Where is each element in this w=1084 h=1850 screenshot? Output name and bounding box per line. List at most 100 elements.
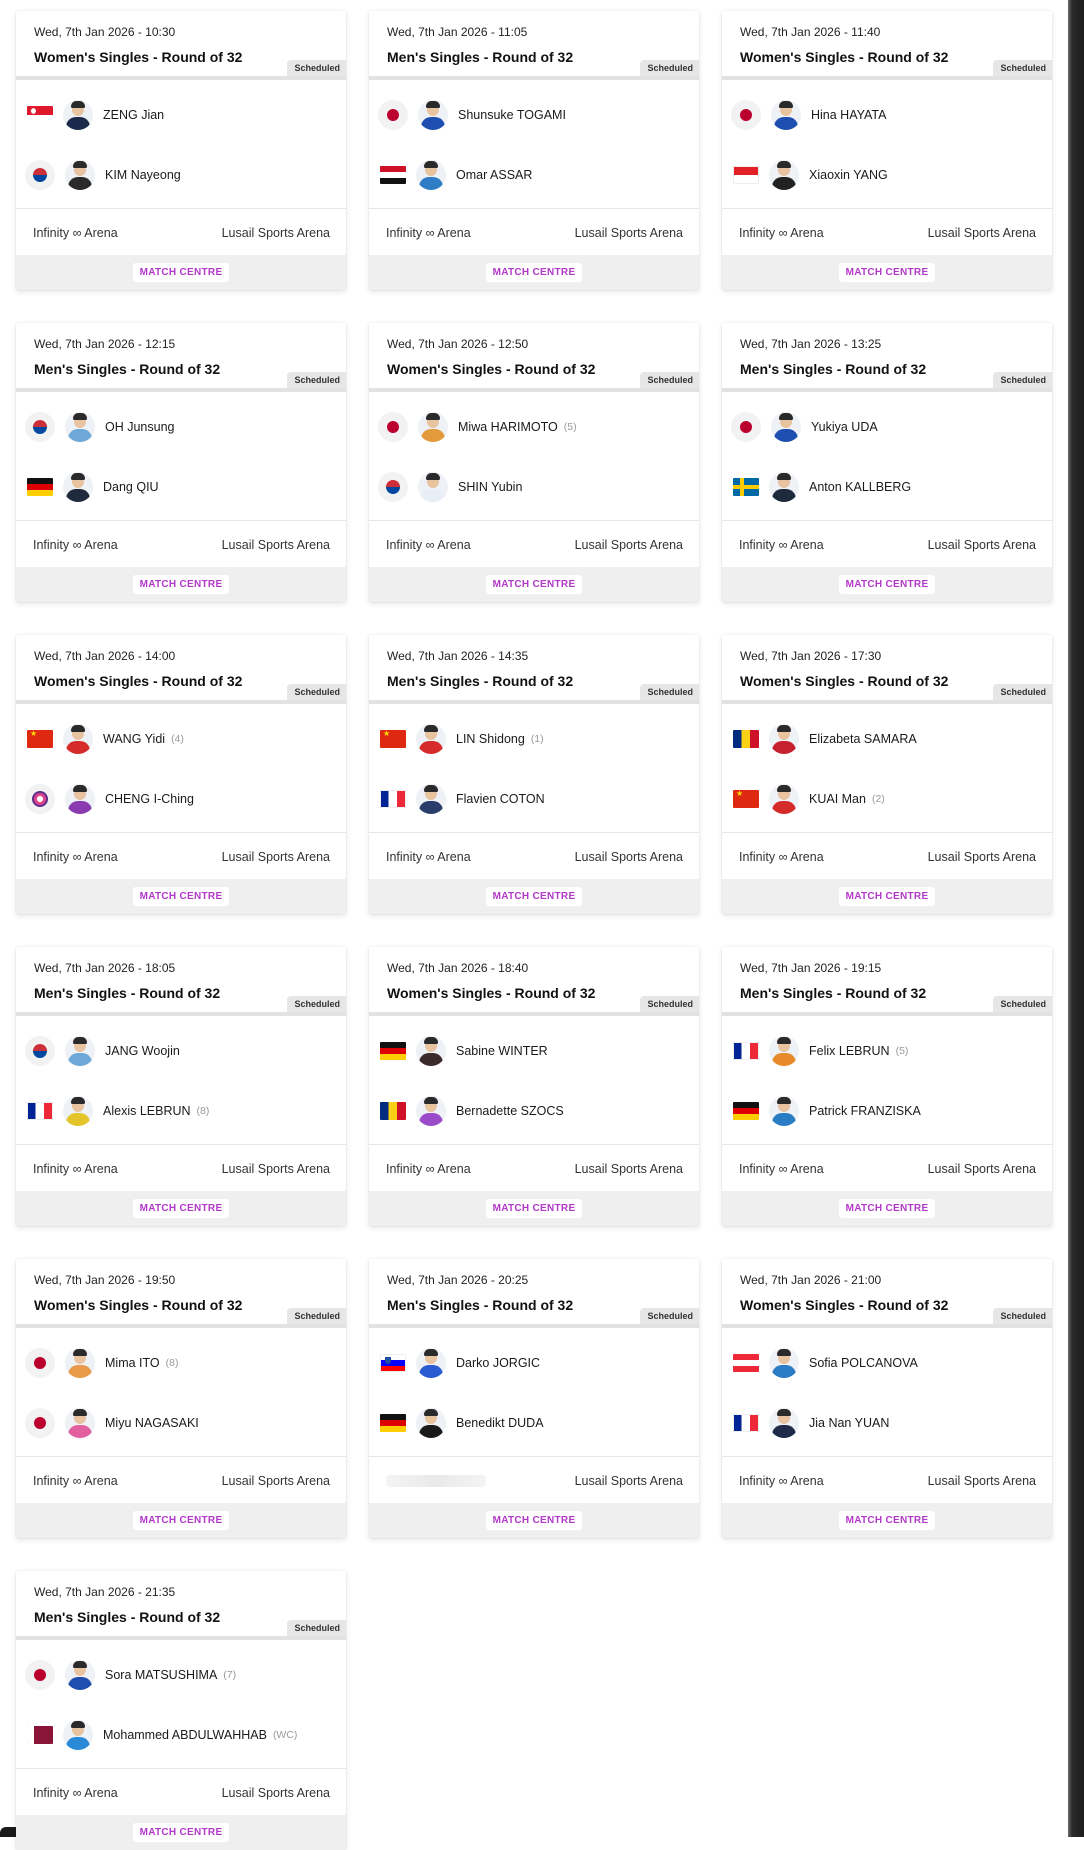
match-centre-button[interactable]: MATCH CENTRE xyxy=(838,263,936,282)
player-row[interactable]: Hina HAYATA xyxy=(722,95,1052,135)
match-card-footer: MATCH CENTRE xyxy=(369,879,699,914)
match-centre-button[interactable]: MATCH CENTRE xyxy=(838,1199,936,1218)
match-card: Wed, 7th Jan 2026 - 10:30 Women's Single… xyxy=(16,11,346,290)
player-row[interactable]: Bernadette SZOCS xyxy=(369,1091,699,1131)
player-avatar xyxy=(771,100,801,130)
venue-row: Infinity ∞ Arena Lusail Sports Arena xyxy=(16,1144,346,1192)
player-row[interactable]: KIM Nayeong xyxy=(16,155,346,195)
match-centre-button[interactable]: MATCH CENTRE xyxy=(838,887,936,906)
status-badge: Scheduled xyxy=(993,60,1052,76)
player-row[interactable]: Sofia POLCANOVA xyxy=(722,1343,1052,1383)
match-centre-button[interactable]: MATCH CENTRE xyxy=(485,575,583,594)
match-datetime: Wed, 7th Jan 2026 - 18:05 xyxy=(34,961,176,975)
player-row[interactable]: WANG Yidi (4) xyxy=(16,719,346,759)
player-row[interactable]: OH Junsung xyxy=(16,407,346,447)
france-flag-icon xyxy=(380,790,406,808)
player-row[interactable]: Omar ASSAR xyxy=(369,155,699,195)
venue-hall: Infinity ∞ Arena xyxy=(739,849,824,864)
venue-hall-loading xyxy=(386,1474,486,1487)
player-row[interactable]: SHIN Yubin xyxy=(369,467,699,507)
status-badge: Scheduled xyxy=(640,684,699,700)
status-badge: Scheduled xyxy=(640,372,699,388)
player-name: Jia Nan YUAN xyxy=(809,1416,890,1430)
player-row[interactable]: Yukiya UDA xyxy=(722,407,1052,447)
player-row[interactable]: KUAI Man (2) xyxy=(722,779,1052,819)
player-row[interactable]: LIN Shidong (1) xyxy=(369,719,699,759)
player-row[interactable]: Patrick FRANZISKA xyxy=(722,1091,1052,1131)
match-centre-button[interactable]: MATCH CENTRE xyxy=(132,1511,230,1530)
player-row[interactable]: JANG Woojin xyxy=(16,1031,346,1071)
player-row[interactable]: Sora MATSUSHIMA (7) xyxy=(16,1655,346,1695)
player-seed: (8) xyxy=(196,1105,210,1117)
match-centre-button[interactable]: MATCH CENTRE xyxy=(132,263,230,282)
match-event-title: Men's Singles - Round of 32 xyxy=(387,49,574,65)
match-centre-button[interactable]: MATCH CENTRE xyxy=(132,887,230,906)
player-avatar xyxy=(771,412,801,442)
player-row[interactable]: Sabine WINTER xyxy=(369,1031,699,1071)
singapore-flag-icon xyxy=(27,106,53,124)
match-datetime: Wed, 7th Jan 2026 - 20:25 xyxy=(387,1273,529,1287)
venue-row: Infinity ∞ Arena Lusail Sports Arena xyxy=(369,1144,699,1192)
player-seed: (WC) xyxy=(272,1729,298,1741)
player-avatar xyxy=(416,1036,446,1066)
venue-row: Infinity ∞ Arena Lusail Sports Arena xyxy=(16,1456,346,1504)
player-row[interactable]: Miyu NAGASAKI xyxy=(16,1403,346,1443)
player-row[interactable]: Dang QIU xyxy=(16,467,346,507)
player-avatar xyxy=(65,1036,95,1066)
status-badge: Scheduled xyxy=(287,372,346,388)
match-centre-button[interactable]: MATCH CENTRE xyxy=(485,887,583,906)
match-card: Wed, 7th Jan 2026 - 19:50 Women's Single… xyxy=(16,1259,346,1538)
match-card-footer: MATCH CENTRE xyxy=(369,1503,699,1538)
player-row[interactable]: Shunsuke TOGAMI xyxy=(369,95,699,135)
match-card: Wed, 7th Jan 2026 - 20:25 Men's Singles … xyxy=(369,1259,699,1538)
player-row[interactable]: Darko JORGIC xyxy=(369,1343,699,1383)
match-centre-button[interactable]: MATCH CENTRE xyxy=(838,575,936,594)
player-row[interactable]: Flavien COTON xyxy=(369,779,699,819)
player-row[interactable]: Felix LEBRUN (5) xyxy=(722,1031,1052,1071)
player-avatar xyxy=(65,1408,95,1438)
status-badge: Scheduled xyxy=(640,996,699,1012)
france-flag-icon xyxy=(27,1102,53,1120)
player-row[interactable]: Alexis LEBRUN (8) xyxy=(16,1091,346,1131)
japan-flag-icon xyxy=(378,412,408,442)
player-row[interactable]: Elizabeta SAMARA xyxy=(722,719,1052,759)
player-name: Dang QIU xyxy=(103,480,159,494)
match-card: Wed, 7th Jan 2026 - 18:40 Women's Single… xyxy=(369,947,699,1226)
match-card-header: Wed, 7th Jan 2026 - 21:35 Men's Singles … xyxy=(16,1571,346,1640)
japan-flag-icon xyxy=(378,100,408,130)
player-row[interactable]: Benedikt DUDA xyxy=(369,1403,699,1443)
match-datetime: Wed, 7th Jan 2026 - 14:35 xyxy=(387,649,529,663)
player-row[interactable]: Anton KALLBERG xyxy=(722,467,1052,507)
match-centre-button[interactable]: MATCH CENTRE xyxy=(132,1199,230,1218)
venue-arena: Lusail Sports Arena xyxy=(927,849,1036,864)
player-row[interactable]: Miwa HARIMOTO (5) xyxy=(369,407,699,447)
south-korea-flag-icon xyxy=(25,160,55,190)
match-card-header: Wed, 7th Jan 2026 - 12:15 Men's Singles … xyxy=(16,323,346,392)
match-centre-button[interactable]: MATCH CENTRE xyxy=(132,1823,230,1842)
venue-arena: Lusail Sports Arena xyxy=(927,1473,1036,1488)
match-card: Wed, 7th Jan 2026 - 11:40 Women's Single… xyxy=(722,11,1052,290)
player-row[interactable]: Mohammed ABDULWAHHAB (WC) xyxy=(16,1715,346,1755)
venue-arena: Lusail Sports Arena xyxy=(574,1161,683,1176)
venue-hall: Infinity ∞ Arena xyxy=(739,1473,824,1488)
player-avatar xyxy=(63,472,93,502)
player-row[interactable]: Jia Nan YUAN xyxy=(722,1403,1052,1443)
player-row[interactable]: ZENG Jian xyxy=(16,95,346,135)
match-card: Wed, 7th Jan 2026 - 11:05 Men's Singles … xyxy=(369,11,699,290)
match-event-title: Women's Singles - Round of 32 xyxy=(740,1297,949,1313)
match-card-footer: MATCH CENTRE xyxy=(722,567,1052,602)
match-centre-button[interactable]: MATCH CENTRE xyxy=(485,1199,583,1218)
match-card-header: Wed, 7th Jan 2026 - 11:40 Women's Single… xyxy=(722,11,1052,80)
player-row[interactable]: Xiaoxin YANG xyxy=(722,155,1052,195)
venue-arena: Lusail Sports Arena xyxy=(574,1473,683,1488)
venue-arena: Lusail Sports Arena xyxy=(221,1473,330,1488)
match-centre-button[interactable]: MATCH CENTRE xyxy=(838,1511,936,1530)
player-avatar xyxy=(769,1096,799,1126)
match-card-header: Wed, 7th Jan 2026 - 18:40 Women's Single… xyxy=(369,947,699,1016)
player-row[interactable]: Mima ITO (8) xyxy=(16,1343,346,1383)
player-row[interactable]: CHENG I-Ching xyxy=(16,779,346,819)
match-centre-button[interactable]: MATCH CENTRE xyxy=(132,575,230,594)
player-name: Mima ITO xyxy=(105,1356,160,1370)
match-centre-button[interactable]: MATCH CENTRE xyxy=(485,1511,583,1530)
match-centre-button[interactable]: MATCH CENTRE xyxy=(485,263,583,282)
